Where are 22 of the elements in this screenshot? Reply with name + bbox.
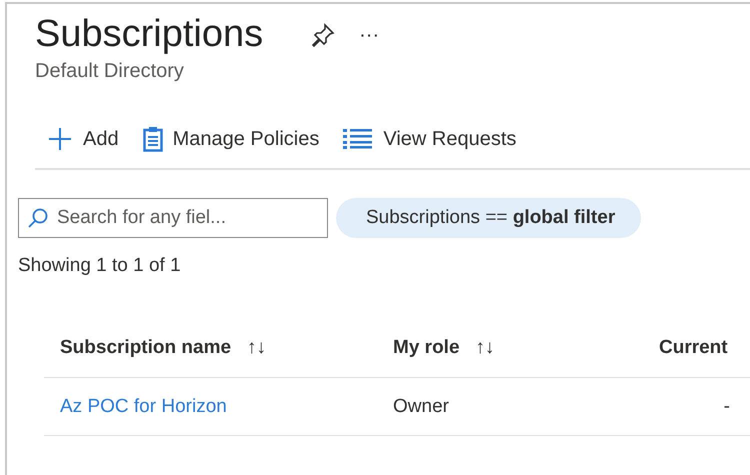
result-count: Showing 1 to 1 of 1 [18, 254, 182, 278]
table-cell: Owner [393, 396, 449, 417]
table-cell: - [724, 396, 730, 417]
subscription-link[interactable]: Az POC for Horizon [60, 396, 227, 417]
toolbar-button[interactable]: View Requests [335, 120, 524, 158]
toolbar-button[interactable]: Add [39, 120, 127, 158]
checklist-icon [343, 128, 374, 150]
toolbar-button[interactable]: Manage Policies [134, 120, 328, 158]
more-button[interactable]: ··· [359, 20, 380, 50]
sort-icon[interactable]: ↑↓ [476, 334, 495, 362]
clipboard-icon [142, 126, 163, 152]
sort-icon[interactable]: ↑↓ [247, 334, 266, 362]
column-header[interactable]: Current [643, 334, 750, 362]
column-header[interactable]: Subscription name ↑↓ [44, 334, 377, 362]
page-title: Subscriptions [35, 14, 264, 56]
search-icon [27, 206, 49, 229]
pin-icon[interactable] [311, 22, 336, 47]
column-header[interactable]: My role ↑↓ [377, 334, 643, 362]
page-subtitle: Default Directory [34, 58, 185, 84]
plus-icon [47, 126, 73, 152]
filter-pill[interactable]: Subscriptions == global filter [336, 198, 642, 238]
search-field[interactable]: Search for any fiel... [18, 198, 328, 238]
